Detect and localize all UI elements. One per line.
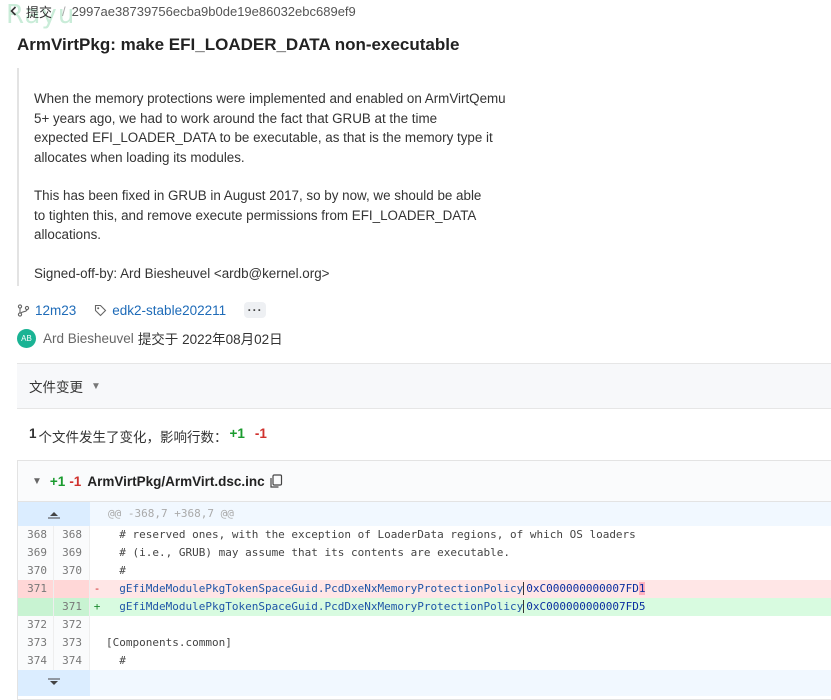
diff-line: 369 369 # (i.e., GRUB) may assume that i… [18,544,831,562]
commit-message-paragraph-2: This has been fixed in GRUB in August 20… [34,188,482,242]
diff-summary: 1 个文件发生了变化，影响行数： +1 -1 [29,426,267,446]
branch-link[interactable]: 12m23 [17,303,76,318]
collapse-triangle-icon[interactable]: ▼ [32,476,42,487]
branch-icon [17,303,30,317]
breadcrumb-separator: / [62,3,66,19]
pcd-value-prefix: 0xC000000000007FD [526,582,639,595]
old-line-number: 370 [18,562,54,580]
expand-down-icon[interactable] [18,670,90,696]
pcd-value-changed-char: 5 [638,600,646,613]
hunk-header: @@ -368,7 +368,7 @@ [108,507,234,520]
file-path[interactable]: ArmVirtPkg/ArmVirt.dsc.inc [87,474,264,489]
diff-sign [90,526,104,544]
pcd-value-prefix: 0xC000000000007FD [526,600,639,613]
diff-code: # [106,564,126,577]
diff-line-added: 371 + gEfiMdeModulePkgTokenSpaceGuid.Pcd… [18,598,831,616]
old-line-number: 369 [18,544,54,562]
diff-code: # reserved ones, with the exception of L… [106,528,636,541]
tag-name: edk2-stable202211 [112,302,227,318]
diff-line: 368 368 # reserved ones, with the except… [18,526,831,544]
diff-code: [Components.common] [106,636,232,649]
expand-up-icon[interactable] [18,502,90,526]
files-changed-header[interactable]: 文件变更 ▼ [17,363,831,409]
old-line-number: 368 [18,526,54,544]
avatar[interactable]: AB [17,328,36,348]
old-line-number: 374 [18,652,54,670]
commit-message-signoff: Signed-off-by: Ard Biesheuvel <ardb@kern… [34,266,330,281]
tag-link[interactable]: edk2-stable202211 [94,303,226,318]
diff-line: 373 373 [Components.common] [18,634,831,652]
diff-sign [90,544,104,562]
new-line-number: 371 [54,598,90,616]
old-line-number [18,598,54,616]
pcd-name: gEfiMdeModulePkgTokenSpaceGuid.PcdDxeNxM… [106,600,524,613]
commit-hash: 2997ae38739756ecba9b0de19e86032ebc689ef9 [71,3,356,19]
pcd-name: gEfiMdeModulePkgTokenSpaceGuid.PcdDxeNxM… [106,582,524,595]
diff-sign: - [93,582,101,595]
diff-line: 374 374 # [18,652,831,670]
commit-date: 提交于 2022年08月02日 [137,332,283,347]
file-diff: ▼ +1 -1 ArmVirtPkg/ArmVirt.dsc.inc @@ -3… [17,460,831,700]
pcd-value: 0xC000000000007FD5 [523,600,646,613]
diff-code [104,616,831,634]
new-line-number: 369 [54,544,90,562]
commit-message-paragraph-1: When the memory protections were impleme… [34,91,506,165]
old-line-number: 373 [18,634,54,652]
diff-sign: + [93,600,101,613]
caret-down-icon[interactable]: ▼ [91,381,101,392]
pcd-value: 0xC000000000007FD1 [523,582,646,595]
file-additions: +1 [49,473,66,489]
commit-meta: 12m23 edk2-stable202211 ··· [17,300,267,320]
summary-text: 个文件发生了变化，影响行数： [38,430,228,445]
old-line-number: 371 [18,580,54,598]
new-line-number: 368 [54,526,90,544]
branch-name: 12m23 [35,302,77,318]
diff-code: # [106,654,126,667]
commit-title: ArmVirtPkg: make EFI_LOADER_DATA non-exe… [17,35,460,54]
chevron-left-icon [10,6,17,16]
expand-row [18,670,831,696]
copy-icon[interactable] [269,473,283,489]
summary-additions: +1 [229,426,245,441]
old-line-number: 372 [18,616,54,634]
diff-sign [90,652,104,670]
breadcrumb: 提交 / 2997ae38739756ecba9b0de19e86032ebc6… [8,1,356,21]
new-line-number: 373 [54,634,90,652]
author-row: AB Ard Biesheuvel 提交于 2022年08月02日 [17,328,283,348]
new-line-number: 374 [54,652,90,670]
back-link[interactable]: 提交 [8,2,52,21]
diff-code: gEfiMdeModulePkgTokenSpaceGuid.PcdDxeNxM… [104,580,831,598]
back-label: 提交 [26,4,53,20]
file-deletions: -1 [69,473,82,489]
diff-line-deleted: 371 - gEfiMdeModulePkgTokenSpaceGuid.Pcd… [18,580,831,598]
diff-sign [90,616,104,634]
author-name[interactable]: Ard Biesheuvel [43,331,134,346]
new-line-number: 372 [54,616,90,634]
diff-line: 370 370 # [18,562,831,580]
commit-message: When the memory protections were impleme… [17,68,537,286]
diff-code: gEfiMdeModulePkgTokenSpaceGuid.PcdDxeNxM… [104,598,831,616]
new-line-number: 370 [54,562,90,580]
files-changed-label: 文件变更 [29,380,83,395]
hunk-header-row: @@ -368,7 +368,7 @@ [18,502,831,526]
diff-sign [90,562,104,580]
tag-icon [95,304,107,316]
diff-line: 372 372 [18,616,831,634]
more-button[interactable]: ··· [244,302,267,318]
file-diff-header: ▼ +1 -1 ArmVirtPkg/ArmVirt.dsc.inc [18,461,831,502]
summary-file-count: 1 [29,426,37,441]
summary-deletions: -1 [254,426,267,441]
diff-code: # (i.e., GRUB) may assume that its conte… [106,546,510,559]
pcd-value-changed-char: 1 [638,582,646,595]
diff-body: @@ -368,7 +368,7 @@ 368 368 # reserved o… [18,502,831,696]
diff-sign [90,634,104,652]
new-line-number [54,580,90,598]
